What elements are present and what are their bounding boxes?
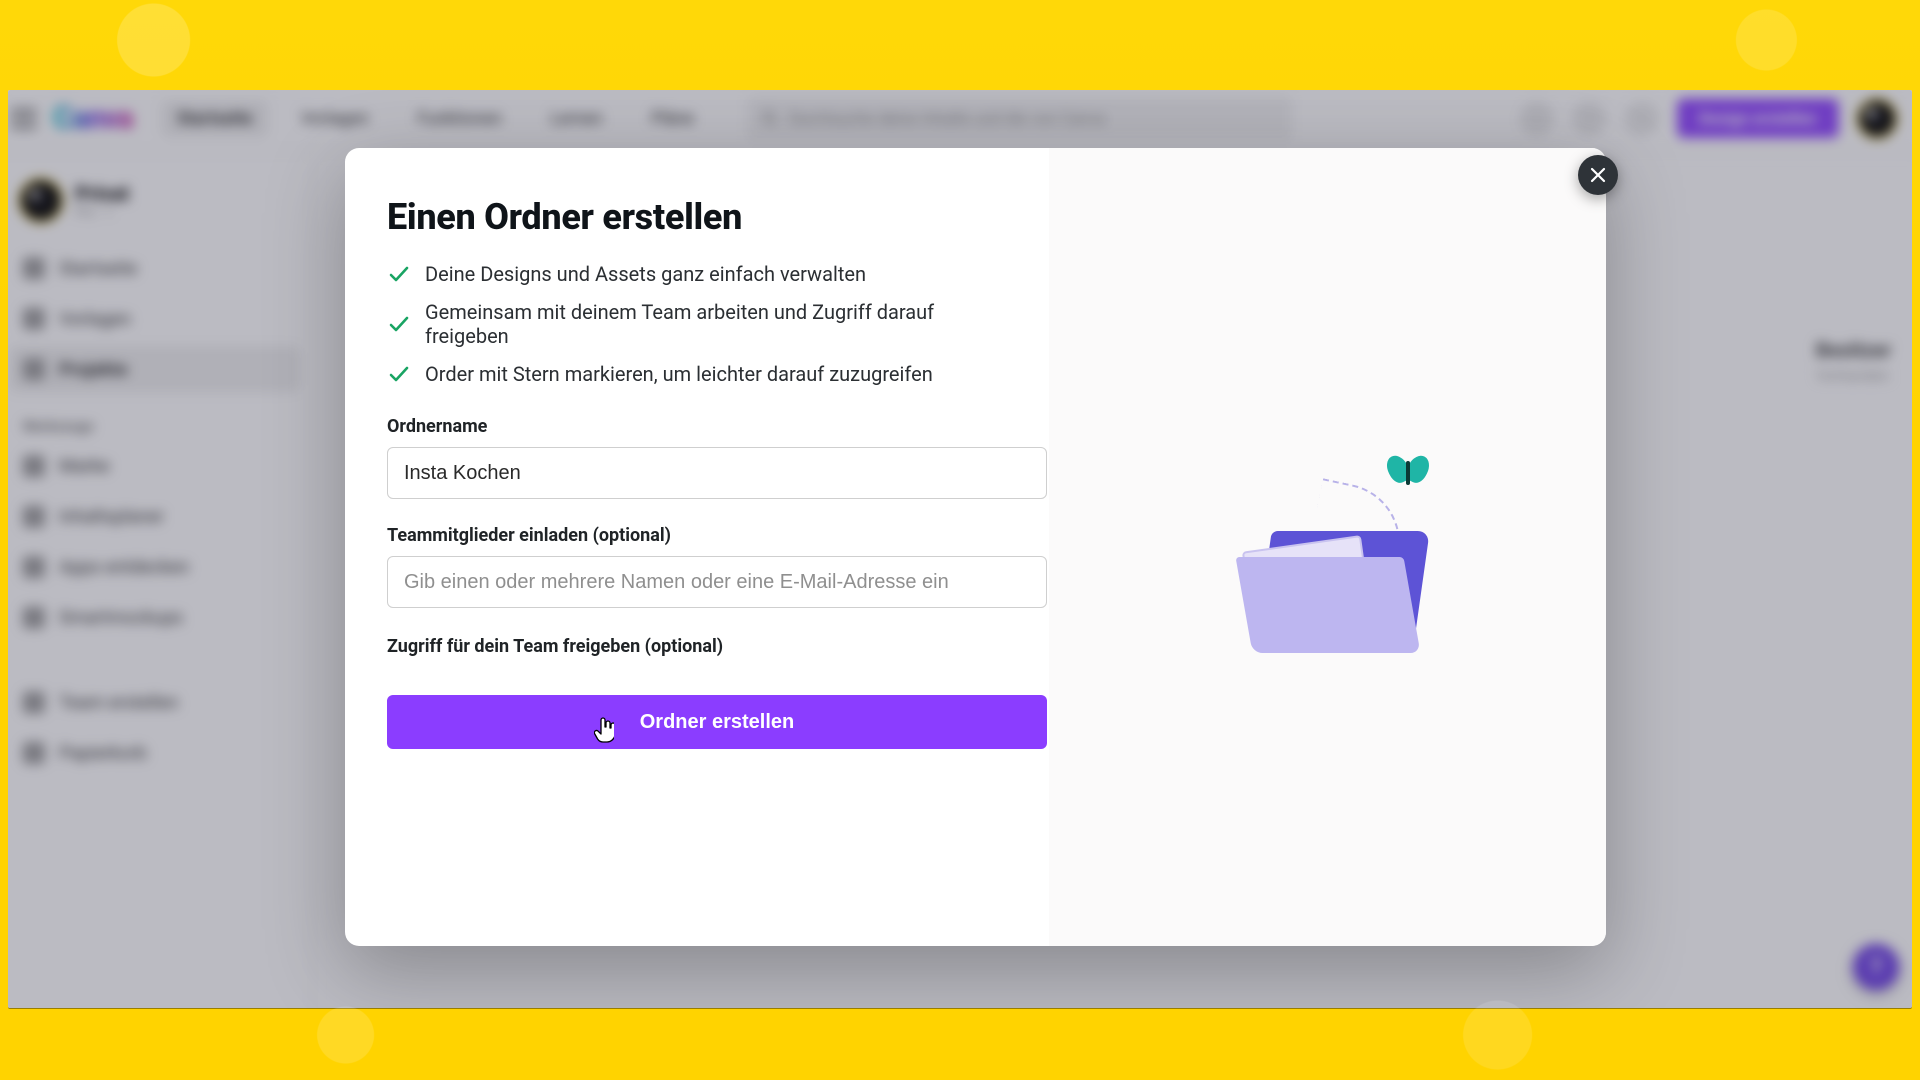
modal-form-panel: Einen Ordner erstellen Deine Designs und…: [345, 148, 1049, 946]
cursor-hand-icon: [594, 717, 614, 743]
modal-illustration-panel: [1049, 148, 1606, 946]
letterbox-frame: Canva Startseite Vorlagen Funktionen Ler…: [0, 0, 1920, 1080]
benefit-item: Order mit Stern markieren, um leichter d…: [387, 362, 1007, 386]
check-icon: [387, 362, 411, 386]
benefit-text: Deine Designs und Assets ganz einfach ve…: [425, 262, 866, 286]
create-folder-button[interactable]: Ordner erstellen: [387, 695, 1047, 749]
create-folder-button-label: Ordner erstellen: [640, 711, 795, 734]
benefit-item: Deine Designs und Assets ganz einfach ve…: [387, 262, 1007, 286]
butterfly-icon: [1386, 455, 1430, 491]
folder-name-input[interactable]: [387, 447, 1047, 499]
benefit-item: Gemeinsam mit deinem Team arbeiten und Z…: [387, 300, 1007, 348]
modal-benefits-list: Deine Designs und Assets ganz einfach ve…: [387, 262, 1007, 386]
check-icon: [387, 262, 411, 286]
modal-close-button[interactable]: [1578, 155, 1618, 195]
app-viewport: Canva Startseite Vorlagen Funktionen Ler…: [8, 90, 1912, 1008]
benefit-text: Gemeinsam mit deinem Team arbeiten und Z…: [425, 300, 1007, 348]
folder-illustration: [1208, 427, 1448, 667]
check-icon: [387, 312, 411, 336]
invite-members-label: Teammitglieder einladen (optional): [387, 525, 1007, 546]
benefit-text: Order mit Stern markieren, um leichter d…: [425, 362, 933, 386]
close-icon: [1590, 167, 1606, 183]
modal-title: Einen Ordner erstellen: [387, 196, 1007, 238]
create-folder-modal: Einen Ordner erstellen Deine Designs und…: [345, 148, 1606, 946]
folder-front-shape: [1235, 557, 1420, 653]
folder-name-label: Ordnername: [387, 416, 1007, 437]
invite-members-input[interactable]: [387, 556, 1047, 608]
share-team-label: Zugriff für dein Team freigeben (optiona…: [387, 636, 1007, 657]
